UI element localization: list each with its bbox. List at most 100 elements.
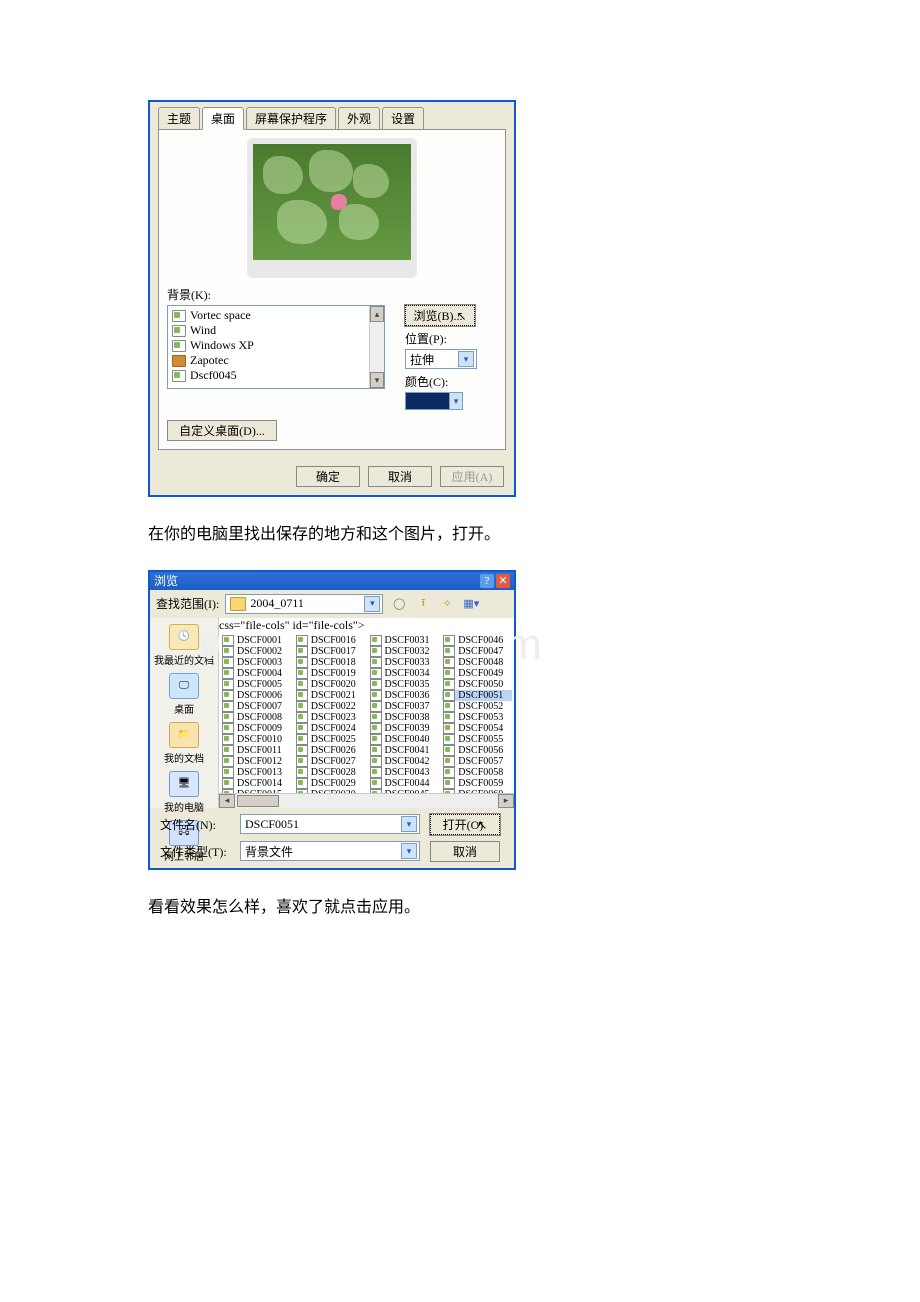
file-item[interactable]: DSCF0048 [442, 657, 512, 668]
file-item[interactable]: DSCF0002 [221, 646, 291, 657]
list-item[interactable]: Windows XP [170, 338, 382, 353]
ok-button[interactable]: 确定 [296, 466, 360, 487]
file-item[interactable]: DSCF0017 [295, 646, 365, 657]
file-item[interactable]: DSCF0054 [442, 723, 512, 734]
file-item[interactable]: DSCF0019 [295, 668, 365, 679]
customize-desktop-button[interactable]: 自定义桌面(D)... [167, 420, 277, 441]
file-item[interactable]: DSCF0050 [442, 679, 512, 690]
file-item[interactable]: DSCF0051 [442, 690, 512, 701]
color-picker[interactable]: ▾ [405, 392, 463, 410]
chevron-down-icon[interactable]: ▾ [449, 393, 462, 409]
file-item[interactable]: DSCF0043 [369, 767, 439, 778]
sidebar-item-desktop[interactable]: 🖵桌面 [169, 673, 199, 716]
views-icon[interactable]: ▦▾ [461, 594, 481, 614]
file-item[interactable]: DSCF0006 [221, 690, 291, 701]
file-item[interactable]: DSCF0005 [221, 679, 291, 690]
file-item[interactable]: DSCF0018 [295, 657, 365, 668]
file-item[interactable]: DSCF0034 [369, 668, 439, 679]
new-folder-icon[interactable]: ✧ [437, 594, 457, 614]
file-item[interactable]: DSCF0029 [295, 778, 365, 789]
file-item[interactable]: DSCF0038 [369, 712, 439, 723]
file-item[interactable]: DSCF0049 [442, 668, 512, 679]
back-icon[interactable]: ◯ [389, 594, 409, 614]
up-folder-icon[interactable]: ⭱ [413, 594, 433, 614]
file-item[interactable]: DSCF0020 [295, 679, 365, 690]
file-item[interactable]: DSCF0004 [221, 668, 291, 679]
file-item[interactable]: DSCF0022 [295, 701, 365, 712]
dialog-titlebar[interactable]: 浏览 ? ✕ [150, 572, 514, 590]
file-item[interactable]: DSCF0024 [295, 723, 365, 734]
file-item[interactable]: DSCF0011 [221, 745, 291, 756]
chevron-down-icon[interactable]: ▾ [401, 816, 417, 832]
scroll-thumb[interactable] [237, 795, 279, 807]
file-item[interactable]: DSCF0016 [295, 635, 365, 646]
file-item[interactable]: DSCF0058 [442, 767, 512, 778]
sidebar-item-computer[interactable]: 🖥我的电脑 [164, 771, 204, 814]
scroll-down-icon[interactable]: ▾ [370, 372, 384, 388]
file-item[interactable]: DSCF0023 [295, 712, 365, 723]
help-icon[interactable]: ? [480, 574, 494, 588]
file-item[interactable]: DSCF0059 [442, 778, 512, 789]
file-item[interactable]: DSCF0033 [369, 657, 439, 668]
tab-themes[interactable]: 主题 [158, 107, 200, 130]
browse-button[interactable]: 浏览(B)...↖ [405, 305, 475, 326]
scroll-up-icon[interactable]: ▴ [370, 306, 384, 322]
open-button[interactable]: 打开(O)↖ [430, 814, 500, 835]
file-item[interactable]: DSCF0010 [221, 734, 291, 745]
file-item[interactable]: DSCF0013 [221, 767, 291, 778]
file-item[interactable]: DSCF0040 [369, 734, 439, 745]
sidebar-item-recent[interactable]: 🕓我最近的文档 [154, 624, 214, 667]
file-item[interactable]: DSCF0028 [295, 767, 365, 778]
list-item[interactable]: Vortec space [170, 308, 382, 323]
cancel-button[interactable]: 取消 [368, 466, 432, 487]
file-item[interactable]: DSCF0041 [369, 745, 439, 756]
file-item[interactable]: DSCF0031 [369, 635, 439, 646]
file-item[interactable]: DSCF0025 [295, 734, 365, 745]
file-item[interactable]: DSCF0003 [221, 657, 291, 668]
file-item[interactable]: DSCF0014 [221, 778, 291, 789]
tab-settings[interactable]: 设置 [382, 107, 424, 130]
scrollbar-vertical[interactable]: ▴ ▾ [369, 306, 384, 388]
file-item[interactable]: DSCF0008 [221, 712, 291, 723]
file-item[interactable]: DSCF0026 [295, 745, 365, 756]
scroll-right-icon[interactable]: ▸ [498, 794, 514, 808]
cancel-button[interactable]: 取消 [430, 841, 500, 862]
scroll-left-icon[interactable]: ◂ [219, 794, 235, 808]
position-select[interactable]: 拉伸 ▾ [405, 349, 477, 369]
list-item[interactable]: Wind [170, 323, 382, 338]
file-item[interactable]: DSCF0042 [369, 756, 439, 767]
chevron-down-icon[interactable]: ▾ [401, 843, 417, 859]
close-icon[interactable]: ✕ [496, 574, 510, 588]
file-item[interactable]: DSCF0032 [369, 646, 439, 657]
file-item[interactable]: DSCF0035 [369, 679, 439, 690]
file-item[interactable]: DSCF0052 [442, 701, 512, 712]
sidebar-item-documents[interactable]: 📁我的文档 [164, 722, 204, 765]
background-listbox[interactable]: Vortec space Wind Windows XP Zapotec Dsc… [167, 305, 385, 389]
file-item[interactable]: DSCF0056 [442, 745, 512, 756]
file-item[interactable]: DSCF0055 [442, 734, 512, 745]
file-item[interactable]: DSCF0039 [369, 723, 439, 734]
file-item[interactable]: DSCF0044 [369, 778, 439, 789]
file-item[interactable]: DSCF0001 [221, 635, 291, 646]
chevron-down-icon[interactable]: ▾ [364, 596, 380, 612]
file-item[interactable]: DSCF0046 [442, 635, 512, 646]
file-item[interactable]: DSCF0021 [295, 690, 365, 701]
list-item[interactable]: Dscf0045 [170, 368, 382, 383]
list-item[interactable]: Zapotec [170, 353, 382, 368]
file-item[interactable]: DSCF0012 [221, 756, 291, 767]
file-item[interactable]: DSCF0053 [442, 712, 512, 723]
file-item[interactable]: DSCF0007 [221, 701, 291, 712]
file-item[interactable]: DSCF0036 [369, 690, 439, 701]
file-item[interactable]: DSCF0037 [369, 701, 439, 712]
look-in-select[interactable]: 2004_0711 ▾ [225, 594, 383, 614]
file-list-area[interactable]: css="file-cols" id="file-cols"> DSCF0001… [219, 618, 514, 808]
file-name-input[interactable]: DSCF0051 ▾ [240, 814, 420, 834]
file-item[interactable]: DSCF0047 [442, 646, 512, 657]
file-item[interactable]: DSCF0009 [221, 723, 291, 734]
file-item[interactable]: DSCF0027 [295, 756, 365, 767]
chevron-down-icon[interactable]: ▾ [458, 351, 474, 367]
tab-desktop[interactable]: 桌面 [202, 107, 244, 130]
tab-screensaver[interactable]: 屏幕保护程序 [246, 107, 336, 130]
file-type-select[interactable]: 背景文件 ▾ [240, 841, 420, 861]
scrollbar-horizontal[interactable]: ◂ ▸ [219, 793, 514, 808]
